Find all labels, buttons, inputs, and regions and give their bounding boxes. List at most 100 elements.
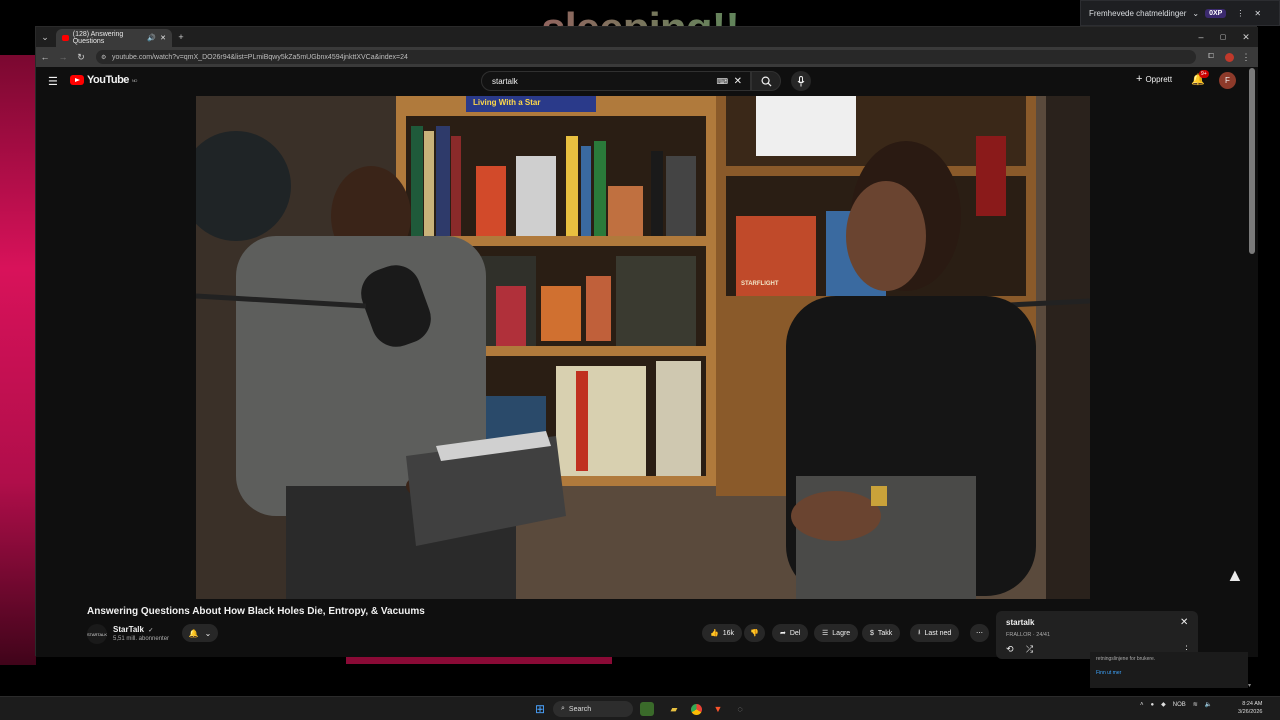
search-icon: ⌕ bbox=[561, 705, 565, 712]
plus-icon: + bbox=[1136, 73, 1143, 85]
xp-badge: 0XP bbox=[1205, 8, 1227, 18]
tab-close-icon[interactable]: ✕ bbox=[160, 34, 166, 42]
tab-bar: ⌄ (128) Answering Questions 🔊 ✕ + – ▢ ✕ bbox=[36, 27, 1258, 47]
playlist-close-icon[interactable]: ✕ bbox=[1180, 617, 1188, 628]
youtube-favicon-icon bbox=[62, 35, 69, 41]
popup-link[interactable]: Finn ut mer bbox=[1096, 670, 1242, 676]
microphone-icon bbox=[797, 75, 805, 86]
site-info-icon[interactable]: ⚙ bbox=[101, 54, 106, 61]
tab-youtube[interactable]: (128) Answering Questions 🔊 ✕ bbox=[56, 29, 172, 47]
shuffle-icon[interactable]: ⤮ bbox=[1026, 644, 1033, 655]
playlist-title: startalk bbox=[1006, 618, 1035, 627]
startalk-watermark-icon: ▲ bbox=[1226, 565, 1244, 585]
tab-list-icon[interactable]: ⌄ bbox=[38, 30, 52, 44]
create-button[interactable]: + Opprett bbox=[1136, 73, 1172, 85]
tray-overflow-icon[interactable]: ˄ bbox=[1140, 702, 1144, 708]
search-button[interactable] bbox=[751, 71, 781, 91]
clear-search-icon[interactable]: ✕ bbox=[734, 76, 742, 87]
share-icon: ➦ bbox=[780, 630, 786, 637]
page-scrollbar[interactable] bbox=[1249, 68, 1255, 254]
speaker-icon[interactable]: 🔊 bbox=[147, 34, 156, 42]
notifications-button[interactable]: 🔔 9+ bbox=[1191, 70, 1209, 86]
share-button[interactable]: ➦ Del bbox=[772, 624, 809, 642]
youtube-logo[interactable]: YouTube NO bbox=[70, 74, 137, 86]
featured-chat-label: Fremhevede chatmeldinger bbox=[1089, 8, 1187, 18]
video-player[interactable]: Living With a Star STARFLIGHT bbox=[196, 96, 1090, 599]
desktop-background-strip-bottom bbox=[346, 656, 612, 664]
youtube-page: ☰ YouTube NO startalk ⌨ ✕ + Opprett 🔔 9+… bbox=[36, 67, 1258, 659]
notification-popup: retningslinjene for brukere. Finn ut mer bbox=[1090, 652, 1248, 688]
download-button[interactable]: ⭳ Last ned bbox=[910, 624, 960, 642]
minimize-icon[interactable]: – bbox=[1194, 30, 1208, 44]
book-cover-text: STARFLIGHT bbox=[741, 281, 779, 287]
maximize-icon[interactable]: ▢ bbox=[1216, 30, 1230, 44]
hamburger-menu-icon[interactable]: ☰ bbox=[48, 75, 58, 88]
app-icon[interactable]: ◌ bbox=[733, 702, 747, 716]
clock-time: 8:24 AM bbox=[1242, 701, 1263, 707]
voice-search-button[interactable] bbox=[791, 71, 811, 91]
tray-app-icon[interactable]: ● bbox=[1151, 702, 1155, 708]
more-icon[interactable]: ⋮ bbox=[1236, 9, 1244, 18]
chevron-down-icon: ⌄ bbox=[204, 628, 212, 638]
thanks-label: Takk bbox=[877, 629, 893, 637]
taskbar-clock[interactable]: 8:24 AM 3/26/2026 bbox=[1238, 700, 1262, 716]
tab-title: (128) Answering Questions bbox=[72, 31, 124, 45]
youtube-region: NO bbox=[131, 77, 138, 83]
loop-icon[interactable]: ⟲ bbox=[1006, 644, 1014, 655]
notification-count: 9+ bbox=[1199, 70, 1209, 78]
bell-icon: 🔔 bbox=[188, 628, 199, 638]
close-icon[interactable]: ✕ bbox=[1254, 9, 1261, 18]
chevron-down-icon: ⌄ bbox=[1192, 8, 1200, 18]
youtube-header: ☰ YouTube NO startalk ⌨ ✕ + Opprett 🔔 9+… bbox=[36, 67, 1258, 95]
taskbar-search[interactable]: ⌕ Search bbox=[553, 701, 633, 717]
account-avatar[interactable]: F bbox=[1219, 72, 1236, 89]
profile-icon[interactable] bbox=[1222, 50, 1236, 64]
keyboard-icon[interactable]: ⌨ bbox=[716, 77, 728, 86]
share-label: Del bbox=[789, 629, 801, 637]
search-input[interactable]: startalk ⌨ ✕ bbox=[481, 71, 751, 91]
like-button[interactable]: 👍 16k bbox=[702, 624, 743, 642]
tray-language[interactable]: NOB bbox=[1173, 702, 1186, 708]
thanks-button[interactable]: $ Takk bbox=[862, 624, 901, 642]
thanks-icon: $ bbox=[870, 629, 874, 637]
window-close-icon[interactable]: ✕ bbox=[1239, 30, 1253, 44]
new-tab-icon[interactable]: + bbox=[174, 30, 188, 44]
system-tray: ˄ ● ◆ NOB ≋ 🔈 bbox=[1140, 701, 1212, 709]
video-frame bbox=[196, 96, 1090, 599]
more-actions-button[interactable]: ⋯ bbox=[970, 624, 989, 642]
brave-icon[interactable]: ▼ bbox=[711, 702, 725, 716]
youtube-play-icon bbox=[70, 75, 84, 85]
subscription-bell-button[interactable]: 🔔 ⌄ bbox=[182, 624, 218, 642]
file-explorer-icon[interactable]: ▰ bbox=[667, 702, 681, 716]
wifi-icon[interactable]: ≋ bbox=[1193, 701, 1198, 708]
tray-app-icon-2[interactable]: ◆ bbox=[1161, 701, 1166, 708]
extensions-icon[interactable]: ⧠ bbox=[1204, 50, 1218, 64]
widget-icon[interactable] bbox=[640, 702, 654, 716]
volume-icon[interactable]: 🔈 bbox=[1205, 701, 1212, 708]
reload-icon[interactable]: ↻ bbox=[74, 50, 88, 64]
like-count: 16k bbox=[722, 629, 735, 637]
scroll-down-icon[interactable]: ▾ bbox=[1248, 682, 1251, 689]
save-button[interactable]: ☰ Lagre bbox=[814, 624, 859, 642]
browser-menu-icon[interactable]: ⋮ bbox=[1239, 50, 1253, 64]
channel-name[interactable]: StarTalk ✓ bbox=[113, 625, 153, 634]
desktop-background-strip bbox=[0, 55, 36, 665]
back-icon[interactable]: ← bbox=[38, 50, 52, 64]
youtube-logo-text: YouTube bbox=[87, 74, 129, 86]
shelf-sign-text: Living With a Star bbox=[473, 98, 541, 107]
chrome-icon[interactable] bbox=[689, 702, 703, 716]
start-windows-icon[interactable]: ⊞ bbox=[533, 702, 547, 716]
dislike-button[interactable]: 👎 bbox=[744, 624, 765, 642]
verified-icon: ✓ bbox=[148, 628, 154, 634]
clock-date: 3/26/2026 bbox=[1238, 709, 1263, 715]
featured-chat-widget[interactable]: Fremhevede chatmeldinger ⌄ 0XP ⋮ ✕ bbox=[1080, 0, 1280, 26]
forward-icon[interactable]: → bbox=[56, 50, 70, 64]
channel-avatar[interactable]: STARTALK bbox=[87, 624, 107, 644]
more-icon: ⋯ bbox=[976, 630, 983, 637]
browser-window: ⌄ (128) Answering Questions 🔊 ✕ + – ▢ ✕ … bbox=[35, 26, 1258, 659]
address-bar[interactable]: ⚙ youtube.com/watch?v=qmX_DO26r94&list=P… bbox=[96, 50, 1196, 64]
url-text: youtube.com/watch?v=qmX_DO26r94&list=PLm… bbox=[112, 53, 408, 61]
thumbs-up-icon: 👍 bbox=[710, 630, 719, 637]
save-label: Lagre bbox=[832, 629, 851, 637]
playlist-subtitle: FRALLOR · 24/41 bbox=[1006, 632, 1051, 638]
